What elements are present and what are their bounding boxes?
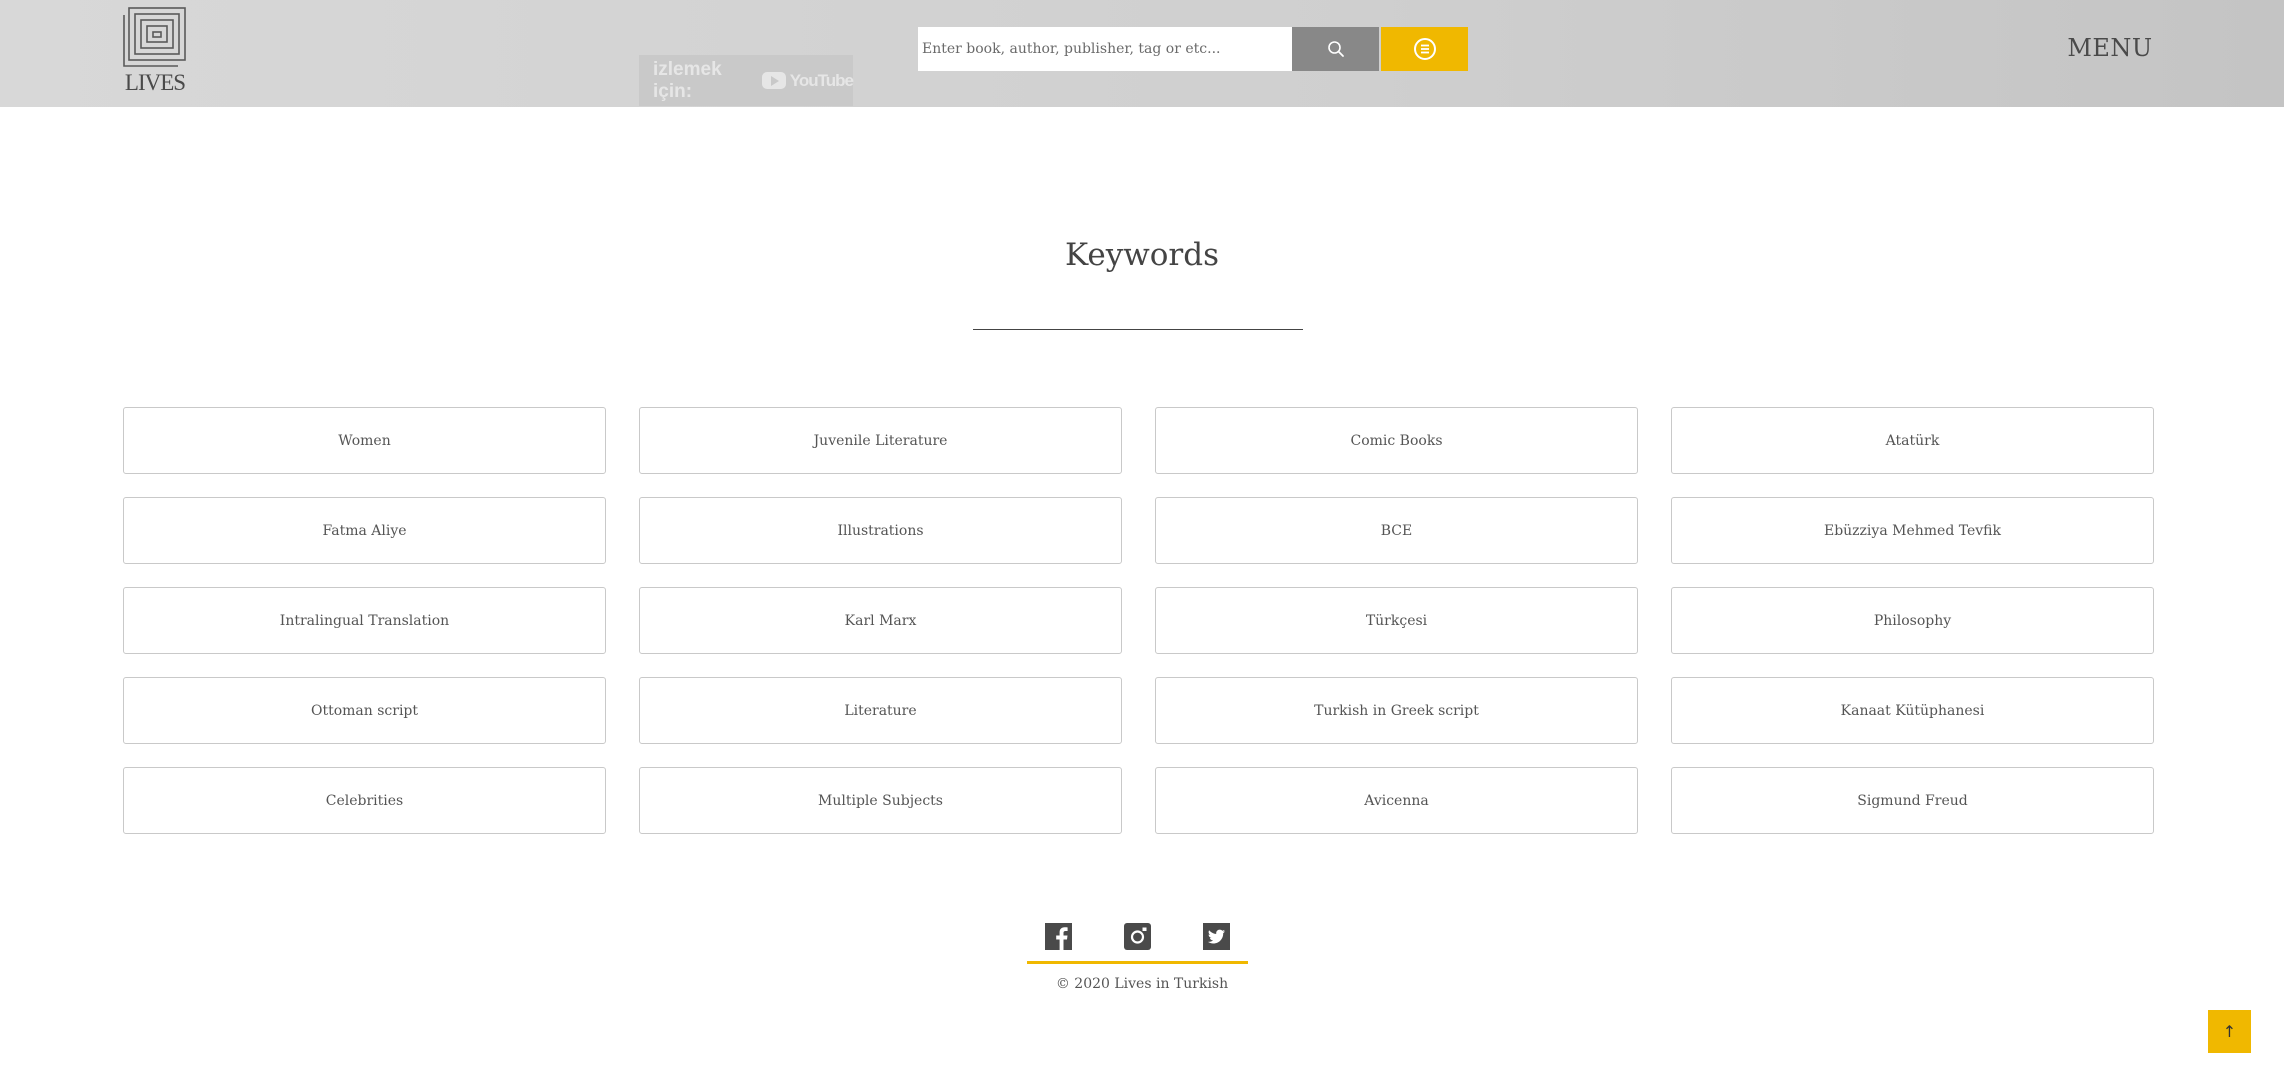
keyword-card[interactable]: Atatürk [1671,407,2154,474]
keyword-card[interactable]: Ebüzziya Mehmed Tevfik [1671,497,2154,564]
list-icon [1413,38,1436,60]
search-icon [1327,41,1344,57]
keyword-card[interactable]: Karl Marx [639,587,1122,654]
site-logo[interactable]: LIVES [122,6,188,96]
keyword-card[interactable]: Philosophy [1671,587,2154,654]
logo-spiral-icon [123,7,186,67]
keyword-card[interactable]: Comic Books [1155,407,1638,474]
facebook-link[interactable] [1045,923,1072,950]
keyword-card[interactable]: Avicenna [1155,767,1638,834]
keyword-card[interactable]: Literature [639,677,1122,744]
social-links [1027,917,1248,964]
keyword-card[interactable]: Juvenile Literature [639,407,1122,474]
keyword-card[interactable]: Sigmund Freud [1671,767,2154,834]
keyword-card[interactable]: Kanaat Kütüphanesi [1671,677,2154,744]
keyword-card[interactable]: Multiple Subjects [639,767,1122,834]
youtube-watch-overlay[interactable]: izlemek için: YouTube [639,55,854,106]
copyright-text: © 2020 Lives in Turkish [1055,976,1229,992]
keyword-card[interactable]: Turkish in Greek script [1155,677,1638,744]
keyword-card[interactable]: BCE [1155,497,1638,564]
keyword-card[interactable]: Celebrities [123,767,606,834]
keyword-card[interactable]: Ottoman script [123,677,606,744]
twitter-link[interactable] [1203,923,1230,950]
youtube-play-icon [761,72,786,89]
search-input[interactable] [918,27,1292,71]
menu-button[interactable]: MENU [2060,34,2160,62]
keyword-card[interactable]: Illustrations [639,497,1122,564]
youtube-logo: YouTube [761,70,854,91]
keyword-card[interactable]: Intralingual Translation [123,587,606,654]
twitter-icon [1203,923,1230,950]
list-view-button[interactable] [1381,27,1468,71]
keyword-card[interactable]: Women [123,407,606,474]
keyword-card[interactable]: Fatma Aliye [123,497,606,564]
youtube-brand-text: YouTube [789,70,854,90]
youtube-overlay-text: izlemek için: [653,58,722,102]
search-button[interactable] [1292,27,1379,71]
site-header: LIVES izlemek için: YouTube MENU [0,0,2284,107]
instagram-link[interactable] [1124,923,1151,950]
back-to-top-button[interactable]: ↑ [2208,1010,2251,1053]
logo-text: LIVES [124,70,186,95]
title-divider [973,329,1303,330]
page-title: Keywords [1065,237,1219,273]
facebook-icon [1045,923,1072,950]
instagram-icon [1124,923,1151,950]
keywords-grid: Women Juvenile Literature Comic Books At… [123,407,2154,834]
keyword-card[interactable]: Türkçesi [1155,587,1638,654]
